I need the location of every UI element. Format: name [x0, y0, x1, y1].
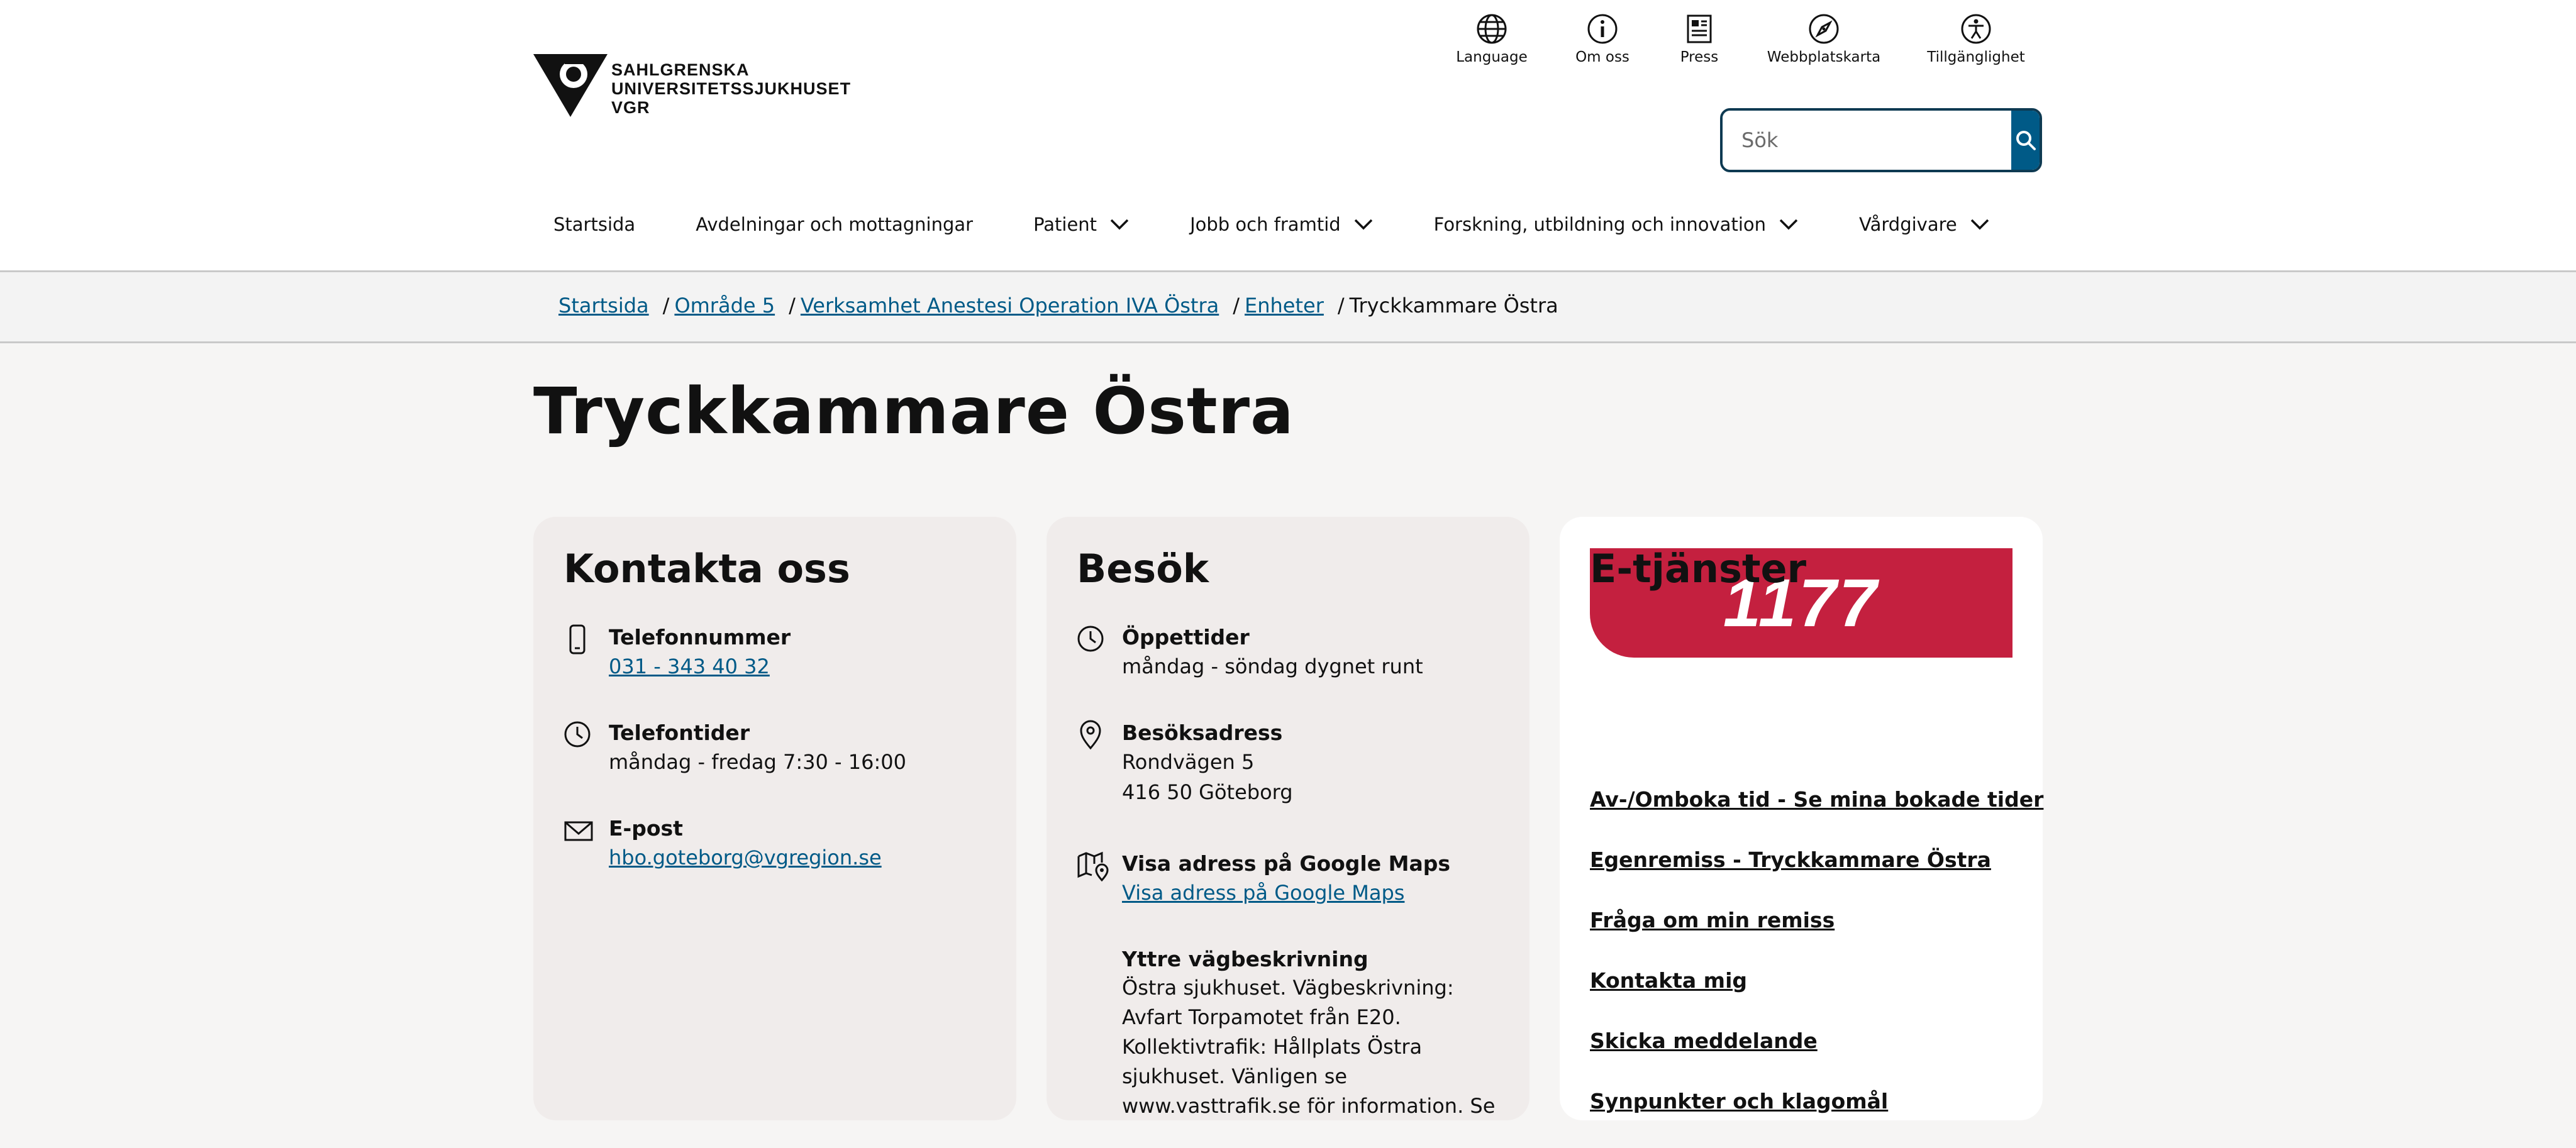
eservices-links: Av-/Omboka tid - Se mina bokade tider Eg…: [1590, 786, 2043, 1148]
breadcrumb-separator: /: [1337, 294, 1345, 317]
address-label: Besöksadress: [1122, 720, 1283, 745]
nav-item-jobb[interactable]: Jobb och framtid: [1150, 200, 1394, 249]
eservice-link-egenremiss[interactable]: Egenremiss - Tryckkammare Östra: [1590, 846, 2043, 874]
eservice-link-omboka[interactable]: Av-/Omboka tid - Se mina bokade tider: [1590, 786, 2043, 814]
utility-tillganglighet-label: Tillgänglighet: [1927, 49, 2025, 65]
maps-label: Visa adress på Google Maps: [1122, 851, 1450, 876]
mobile-phone-icon: [569, 624, 586, 654]
phone-link[interactable]: 031 - 343 40 32: [609, 651, 999, 682]
logo-line-1: SAHLGRENSKA: [611, 60, 750, 79]
chevron-down-icon: [1970, 219, 1989, 230]
info-icon: [1587, 14, 1618, 44]
contact-title: Kontakta oss: [564, 546, 850, 592]
logo-line-2: UNIVERSITETSSJUKHUSET: [611, 79, 852, 98]
nav-item-forskning[interactable]: Forskning, utbildning och innovation: [1394, 200, 1819, 249]
breadcrumb-separator: /: [1233, 294, 1240, 317]
main-navigation: Startsida Avdelningar och mottagningar P…: [533, 200, 2010, 249]
search-input[interactable]: [1723, 111, 2011, 170]
clock-icon: [564, 721, 591, 748]
site-header: SAHLGRENSKA UNIVERSITETSSJUKHUSET VGR La…: [0, 0, 2576, 272]
visit-title: Besök: [1077, 546, 1209, 592]
location-pin-icon: [1080, 720, 1101, 750]
nav-item-label: Vårdgivare: [1859, 214, 1957, 235]
logo-line-3: VGR: [611, 98, 650, 117]
nav-item-avdelningar[interactable]: Avdelningar och mottagningar: [655, 200, 993, 249]
mail-icon: [564, 821, 593, 841]
utility-press-label: Press: [1680, 49, 1719, 65]
nav-item-label: Forskning, utbildning och innovation: [1433, 214, 1767, 235]
search-button[interactable]: [2011, 111, 2040, 170]
address-line-1: Rondvägen 5: [1122, 750, 1255, 774]
page-title: Tryckkammare Östra: [533, 374, 1294, 449]
google-maps-link[interactable]: Visa adress på Google Maps: [1122, 878, 1512, 908]
eservice-link-synpunkter[interactable]: Synpunkter och klagomål: [1590, 1088, 2043, 1115]
breadcrumb-link-omrade[interactable]: Område 5: [674, 294, 775, 317]
utility-webbplatskarta-label: Webbplatskarta: [1767, 49, 1881, 65]
nav-item-label: Patient: [1033, 214, 1097, 235]
clock-icon: [1077, 626, 1104, 652]
nav-item-label: Jobb och framtid: [1190, 214, 1341, 235]
search-icon: [2016, 131, 2036, 150]
directions-text: Östra sjukhuset. Vägbeskrivning: Avfart …: [1122, 976, 1496, 1118]
nav-item-startsida[interactable]: Startsida: [533, 200, 655, 249]
sahlgrenska-logo[interactable]: SAHLGRENSKA UNIVERSITETSSJUKHUSET VGR: [533, 54, 860, 121]
newspaper-icon: [1687, 14, 1712, 43]
phone-hours-value: måndag - fredag 7:30 - 16:00: [609, 750, 906, 774]
breadcrumb-current: Tryckkammare Östra: [1349, 294, 1558, 317]
breadcrumb-link-verksamhet[interactable]: Verksamhet Anestesi Operation IVA Östra: [801, 294, 1219, 317]
hours-label: Öppettider: [1122, 625, 1250, 649]
chevron-down-icon: [1110, 219, 1129, 230]
email-label: E-post: [609, 816, 683, 841]
accessibility-icon: [1961, 14, 1991, 44]
search-form: [1720, 108, 2042, 172]
eservice-link-fraga-remiss[interactable]: Fråga om min remiss: [1590, 907, 2043, 934]
eservice-link-skicka-meddelande[interactable]: Skicka meddelande: [1590, 1027, 2043, 1055]
contact-card: Kontakta oss Telefonnummer 031 - 343 40 …: [533, 517, 1016, 1120]
chevron-down-icon: [1354, 219, 1372, 230]
breadcrumb-bar: Startsida / Område 5/Verksamhet Anestesi O…: [0, 272, 2576, 343]
email-link[interactable]: hbo.goteborg@vgregion.se: [609, 842, 999, 873]
nav-item-label: Avdelningar och mottagningar: [696, 214, 974, 235]
chevron-down-icon: [1779, 219, 1798, 230]
address-line-2: 416 50 Göteborg: [1122, 780, 1293, 804]
breadcrumb: Startsida / Område 5/Verksamhet Anestesi O…: [558, 294, 1558, 317]
phone-label: Telefonnummer: [609, 625, 791, 649]
utility-webbplatskarta[interactable]: Webbplatskarta: [1761, 13, 1887, 65]
nav-item-label: Startsida: [553, 214, 636, 235]
phone-hours-label: Telefontider: [609, 720, 750, 745]
breadcrumb-separator: /: [662, 294, 670, 317]
globe-icon: [1477, 14, 1507, 44]
eservices-title: E-tjänster: [1590, 546, 1807, 592]
directions-label: Yttre vägbeskrivning: [1122, 947, 1368, 971]
breadcrumb-link-enheter[interactable]: Enheter: [1245, 294, 1324, 317]
hours-value: måndag - söndag dygnet runt: [1122, 654, 1423, 678]
visit-card: Besök Öppettider måndag - söndag dygnet …: [1046, 517, 1530, 1120]
breadcrumb-separator: /: [789, 294, 796, 317]
eservices-card: 1177 E-tjänster Av-/Omboka tid - Se mina…: [1560, 517, 2043, 1120]
utility-language-label: Language: [1456, 49, 1528, 65]
utility-press[interactable]: Press: [1636, 13, 1762, 65]
utility-language[interactable]: Language: [1429, 13, 1555, 65]
map-icon: [1077, 851, 1109, 881]
nav-item-patient[interactable]: Patient: [993, 200, 1150, 249]
breadcrumb-link-startsida[interactable]: Startsida: [558, 294, 649, 317]
vgr-logo-icon: [533, 54, 608, 117]
compass-icon: [1809, 14, 1839, 44]
nav-item-vardgivare[interactable]: Vårdgivare: [1819, 200, 2010, 249]
utility-tillganglighet[interactable]: Tillgänglighet: [1913, 13, 2039, 65]
eservice-link-kontakta-mig[interactable]: Kontakta mig: [1590, 967, 2043, 995]
